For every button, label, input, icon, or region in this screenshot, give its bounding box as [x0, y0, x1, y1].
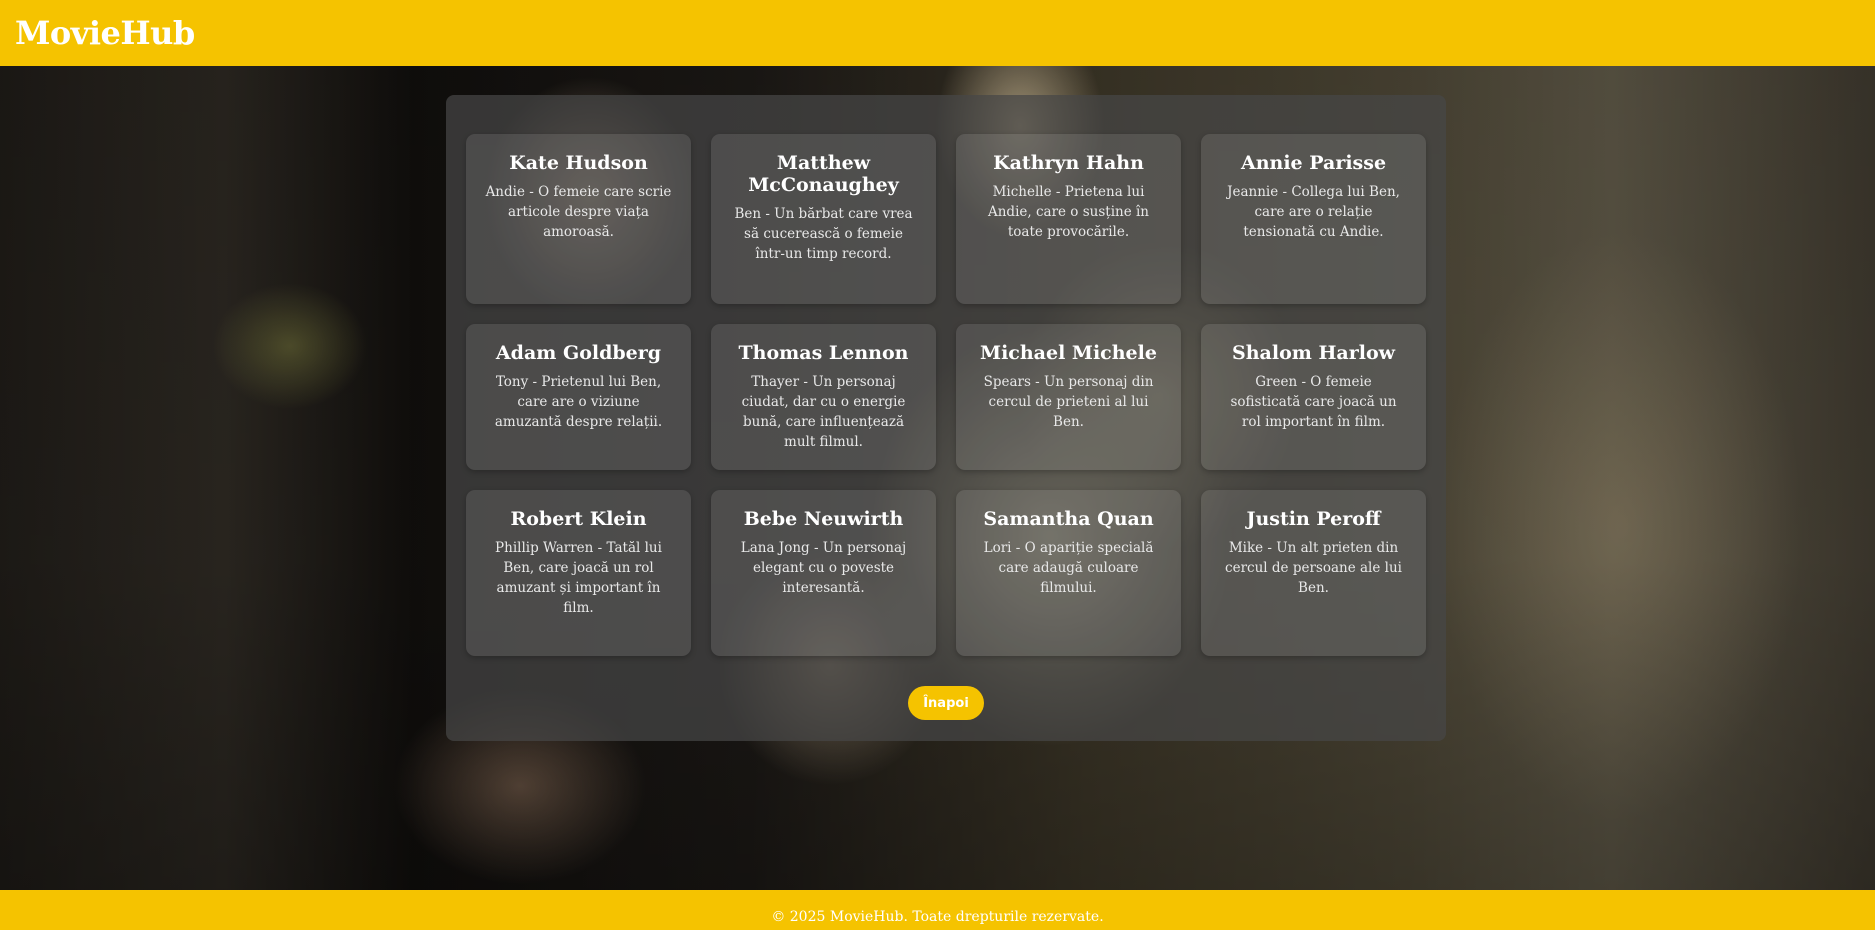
character-description: Phillip Warren - Tatăl lui Ben, care joa…: [495, 540, 662, 616]
actor-name: Samantha Quan: [983, 508, 1154, 530]
character-description: Thayer - Un personaj ciudat, dar cu o en…: [741, 374, 906, 450]
character-description: Tony - Prietenul lui Ben, care are o viz…: [494, 374, 663, 430]
actor-name: Michael Michele: [980, 342, 1157, 364]
cast-card: Annie Parisse Jeannie - Collega lui Ben,…: [1201, 134, 1426, 304]
actor-name: Thomas Lennon: [738, 342, 909, 364]
character-description: Mike - Un alt prieten din cercul de pers…: [1225, 540, 1402, 596]
actor-name: Justin Peroff: [1246, 508, 1381, 530]
site-logo[interactable]: MovieHub: [15, 14, 195, 52]
cast-card: Michael Michele Spears - Un personaj din…: [956, 324, 1181, 470]
cast-grid: Kate Hudson Andie - O femeie care scrie …: [466, 134, 1427, 656]
actor-name: Kate Hudson: [509, 152, 648, 174]
actor-name: Robert Klein: [510, 508, 647, 530]
cast-card: Matthew McConaughey Ben - Un bărbat care…: [711, 134, 936, 304]
character-description: Michelle - Prietena lui Andie, care o su…: [987, 184, 1150, 240]
copyright-text: © 2025 MovieHub. Toate drepturile rezerv…: [771, 909, 1104, 925]
character-description: Lana Jong - Un personaj elegant cu o pov…: [740, 540, 907, 596]
character-description: Ben - Un bărbat care vrea să cucerească …: [734, 206, 913, 262]
cast-card: Adam Goldberg Tony - Prietenul lui Ben, …: [466, 324, 691, 470]
actor-name: Matthew McConaughey: [748, 152, 899, 196]
cast-card: Bebe Neuwirth Lana Jong - Un personaj el…: [711, 490, 936, 656]
cast-card: Robert Klein Phillip Warren - Tatăl lui …: [466, 490, 691, 656]
actor-name: Bebe Neuwirth: [743, 508, 904, 530]
cast-card: Kate Hudson Andie - O femeie care scrie …: [466, 134, 691, 304]
cast-card: Samantha Quan Lori - O apariție specială…: [956, 490, 1181, 656]
character-description: Lori - O apariție specială care adaugă c…: [983, 540, 1154, 596]
actor-name: Shalom Harlow: [1232, 342, 1395, 364]
character-description: Green - O femeie sofisticată care joacă …: [1230, 374, 1397, 430]
character-description: Andie - O femeie care scrie articole des…: [485, 184, 672, 240]
back-button[interactable]: Înapoi: [908, 686, 984, 720]
cast-card: Justin Peroff Mike - Un alt prieten din …: [1201, 490, 1426, 656]
actor-name: Kathryn Hahn: [993, 152, 1144, 174]
site-header: MovieHub: [0, 0, 1875, 66]
actor-name: Adam Goldberg: [495, 342, 662, 364]
cast-card: Kathryn Hahn Michelle - Prietena lui And…: [956, 134, 1181, 304]
character-description: Spears - Un personaj din cercul de priet…: [983, 374, 1154, 430]
cast-card: Thomas Lennon Thayer - Un personaj ciuda…: [711, 324, 936, 470]
cast-card: Shalom Harlow Green - O femeie sofistica…: [1201, 324, 1426, 470]
character-description: Jeannie - Collega lui Ben, care are o re…: [1227, 184, 1400, 240]
actor-name: Annie Parisse: [1240, 152, 1387, 174]
movie-background-image: Kate Hudson Andie - O femeie care scrie …: [0, 66, 1875, 890]
site-footer: © 2025 MovieHub. Toate drepturile rezerv…: [0, 890, 1875, 930]
cast-panel: Kate Hudson Andie - O femeie care scrie …: [446, 95, 1446, 741]
